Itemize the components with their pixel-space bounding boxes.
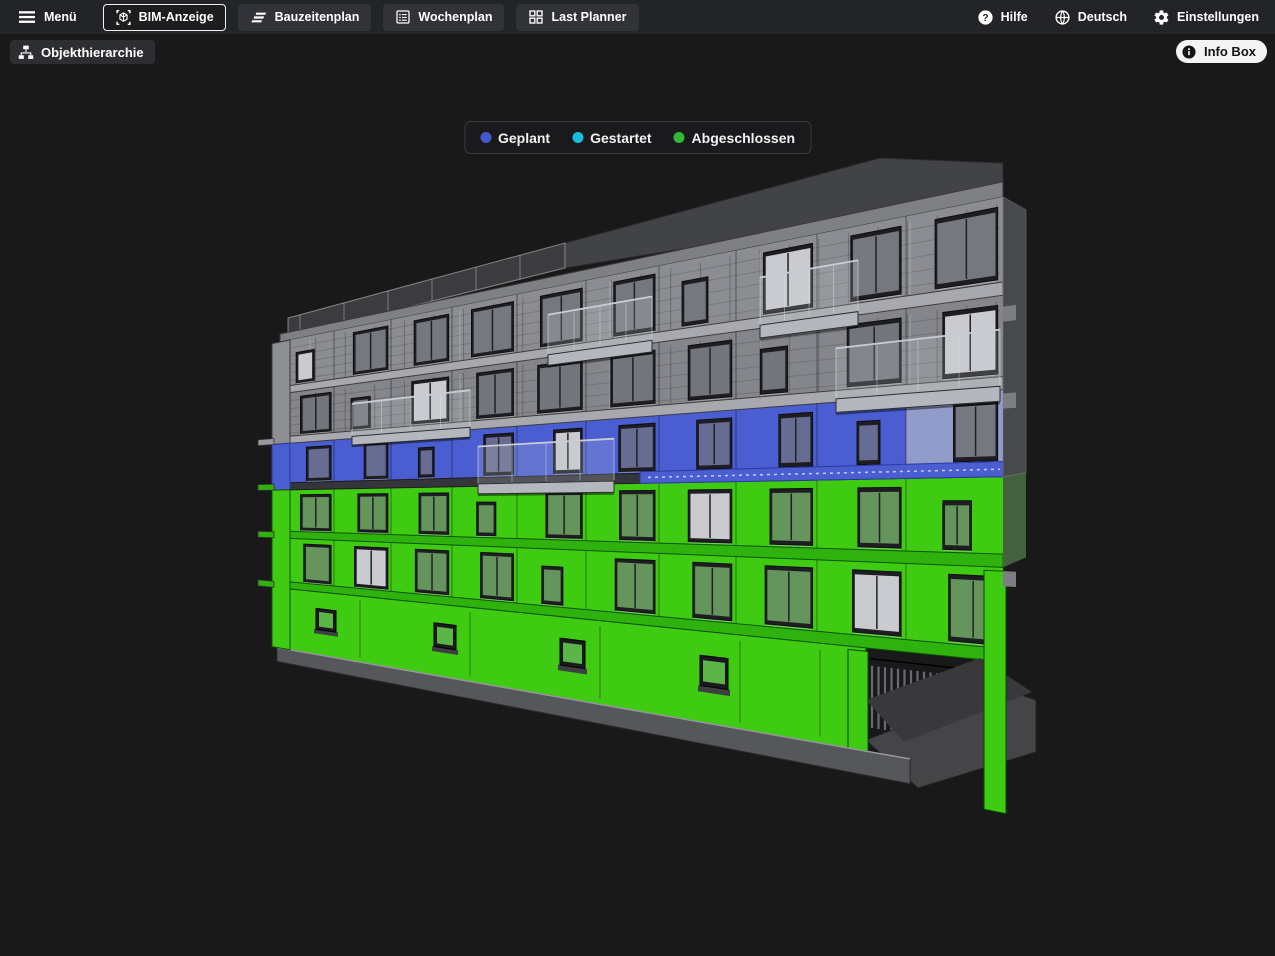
help-label: Hilfe [1001,10,1028,24]
app-window: Menü BIM-Anzeige [0,0,1275,956]
legend-label-planned: Geplant [498,130,550,146]
hamburger-icon [18,9,36,25]
tab-bim-anzeige[interactable]: BIM-Anzeige [103,4,226,31]
object-hierarchy-button[interactable]: Objekthierarchie [10,40,155,64]
tab-wochenplan[interactable]: Wochenplan [383,4,504,31]
menu-button[interactable]: Menü [18,9,77,25]
legend-item-completed: Abgeschlossen [674,130,795,146]
settings-label: Einstellungen [1177,10,1259,24]
right-side-face[interactable] [1003,197,1026,587]
help-icon: ? [977,9,994,26]
legend-dot-planned [480,132,491,143]
legend-item-started: Gestartet [572,130,651,146]
gear-icon [1153,9,1170,26]
grid-squares-icon [528,9,544,25]
globe-icon [1054,9,1071,26]
language-button[interactable]: Deutsch [1054,9,1127,26]
legend-dot-completed [674,132,685,143]
tab-bauzeitenplan-label: Bauzeitenplan [275,10,360,24]
app-toolbar: Menü BIM-Anzeige [0,0,1275,34]
tab-last-planner[interactable]: Last Planner [516,4,638,31]
info-box-label: Info Box [1204,44,1256,59]
tab-wochenplan-label: Wochenplan [418,10,492,24]
settings-button[interactable]: Einstellungen [1153,9,1259,26]
view-tabs: BIM-Anzeige Bauzeitenplan [103,4,639,31]
menu-label: Menü [44,10,77,24]
hierarchy-icon [18,45,34,60]
tab-bim-anzeige-label: BIM-Anzeige [139,10,214,24]
week-list-icon [395,9,411,25]
info-icon [1181,44,1197,60]
left-edge-columns[interactable] [258,340,290,650]
legend-label-started: Gestartet [590,130,651,146]
help-button[interactable]: ? Hilfe [977,9,1028,26]
tab-last-planner-label: Last Planner [551,10,626,24]
status-legend: Geplant Gestartet Abgeschlossen [464,121,811,154]
tab-bauzeitenplan[interactable]: Bauzeitenplan [238,4,372,31]
language-label: Deutsch [1078,10,1127,24]
legend-item-planned: Geplant [480,130,550,146]
info-box-button[interactable]: Info Box [1176,40,1267,63]
bim-cube-icon [115,9,132,26]
object-hierarchy-label: Objekthierarchie [41,45,144,60]
gantt-bars-icon [250,9,268,26]
svg-text:?: ? [982,13,988,24]
legend-dot-started [572,132,583,143]
legend-label-completed: Abgeschlossen [692,130,795,146]
